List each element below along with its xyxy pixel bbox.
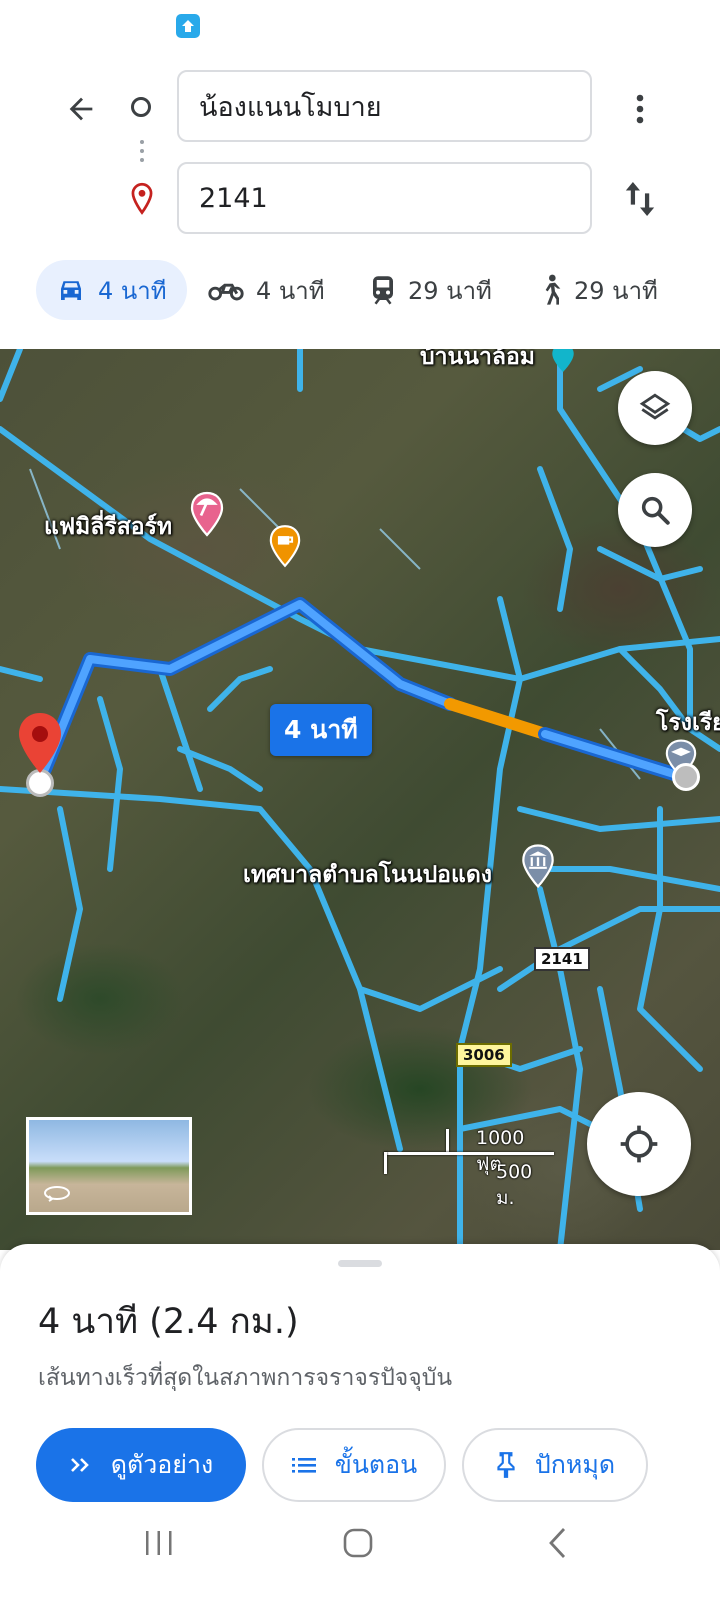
- route-summary: 4 นาที (2.4 กม.): [38, 1302, 299, 1342]
- destination-value: 2141: [199, 182, 268, 214]
- layers-button[interactable]: [618, 371, 692, 445]
- road-shield-3006: 3006: [456, 1043, 512, 1067]
- route-dots-icon: [140, 140, 144, 166]
- walk-icon: [545, 274, 561, 305]
- mode-walking-label: 29 นาที: [574, 276, 658, 305]
- map-label-village[interactable]: บ้านนาล้อม: [420, 349, 535, 375]
- origin-input[interactable]: น้องแนนโมบาย: [177, 70, 592, 142]
- back-nav-button[interactable]: [546, 1526, 570, 1560]
- rotate-360-icon: [44, 1186, 70, 1202]
- mode-transit-chip[interactable]: 29 นาที: [370, 260, 492, 320]
- landmark-pin-icon[interactable]: [550, 349, 576, 377]
- mode-driving-chip[interactable]: 4 นาที: [36, 260, 187, 320]
- layers-icon: [639, 393, 671, 420]
- car-icon: [61, 281, 81, 300]
- more-vert-icon: [636, 94, 644, 124]
- map-view[interactable]: บ้านนาล้อม แฟมิลี่รีสอร์ท 4 นาที โรงเรีย…: [0, 349, 720, 1250]
- map-label-municipality[interactable]: เทศบาลตำบลโนนปอแดง: [243, 857, 492, 893]
- list-icon: [291, 1458, 316, 1473]
- sheet-drag-handle[interactable]: [338, 1260, 382, 1267]
- back-arrow-icon: [69, 97, 93, 121]
- start-pin-icon[interactable]: [16, 711, 64, 779]
- road-shield-2141: 2141: [534, 947, 590, 971]
- cafe-pin-icon[interactable]: [268, 524, 302, 572]
- my-location-icon: [620, 1125, 658, 1163]
- preview-button[interactable]: ดูตัวอย่าง: [36, 1428, 246, 1502]
- origin-circle-icon: [131, 97, 151, 117]
- map-label-school[interactable]: โรงเรีย: [656, 705, 720, 741]
- pin-button[interactable]: ปักหมุด: [462, 1428, 648, 1502]
- street-view-thumbnail[interactable]: [26, 1117, 192, 1215]
- origin-value: น้องแนนโมบาย: [199, 91, 382, 123]
- search-along-route-button[interactable]: [618, 473, 692, 547]
- my-location-button[interactable]: [587, 1092, 691, 1196]
- preview-label: ดูตัวอย่าง: [110, 1450, 214, 1479]
- search-icon: [641, 496, 670, 525]
- home-icon: [343, 1528, 373, 1558]
- destination-marker[interactable]: [672, 763, 700, 791]
- map-scale-bar: 1000 ฟุต 500 ม.: [384, 1127, 554, 1209]
- mode-transit-label: 29 นาที: [408, 276, 492, 305]
- motorcycle-icon: [208, 283, 244, 301]
- pin-label: ปักหมุด: [534, 1450, 616, 1479]
- route-time-badge[interactable]: 4 นาที: [270, 704, 372, 756]
- steps-button[interactable]: ขั้นตอน: [262, 1428, 446, 1502]
- mode-motorcycle-chip[interactable]: 4 นาที: [208, 260, 325, 320]
- double-chevron-icon: [70, 1458, 89, 1472]
- resort-pin-icon[interactable]: [189, 491, 225, 541]
- system-navigation-bar: [0, 1500, 720, 1600]
- more-options-button[interactable]: [618, 86, 662, 132]
- swap-vert-icon: [625, 182, 655, 216]
- back-chevron-icon: [549, 1528, 566, 1558]
- steps-label: ขั้นตอน: [334, 1450, 418, 1479]
- recent-apps-button[interactable]: [142, 1528, 176, 1558]
- pin-icon: [497, 1452, 515, 1478]
- train-icon: [373, 276, 393, 305]
- route-subtitle: เส้นทางเร็วที่สุดในสภาพการจราจรปัจจุบัน: [38, 1365, 453, 1391]
- destination-input[interactable]: 2141: [177, 162, 592, 234]
- mode-driving-label: 4 นาที: [98, 276, 167, 305]
- government-pin-icon[interactable]: [520, 844, 556, 892]
- swap-button[interactable]: [618, 176, 662, 222]
- mode-walking-chip[interactable]: 29 นาที: [540, 260, 658, 320]
- mode-motorcycle-label: 4 นาที: [256, 276, 325, 305]
- recent-apps-icon: [146, 1531, 172, 1555]
- back-button[interactable]: [58, 86, 104, 132]
- scale-metric: 500 ม.: [496, 1161, 533, 1209]
- app-notification-icon: [176, 14, 200, 38]
- home-button[interactable]: [341, 1526, 375, 1560]
- destination-pin-icon: [128, 182, 156, 220]
- map-label-resort[interactable]: แฟมิลี่รีสอร์ท: [44, 509, 172, 545]
